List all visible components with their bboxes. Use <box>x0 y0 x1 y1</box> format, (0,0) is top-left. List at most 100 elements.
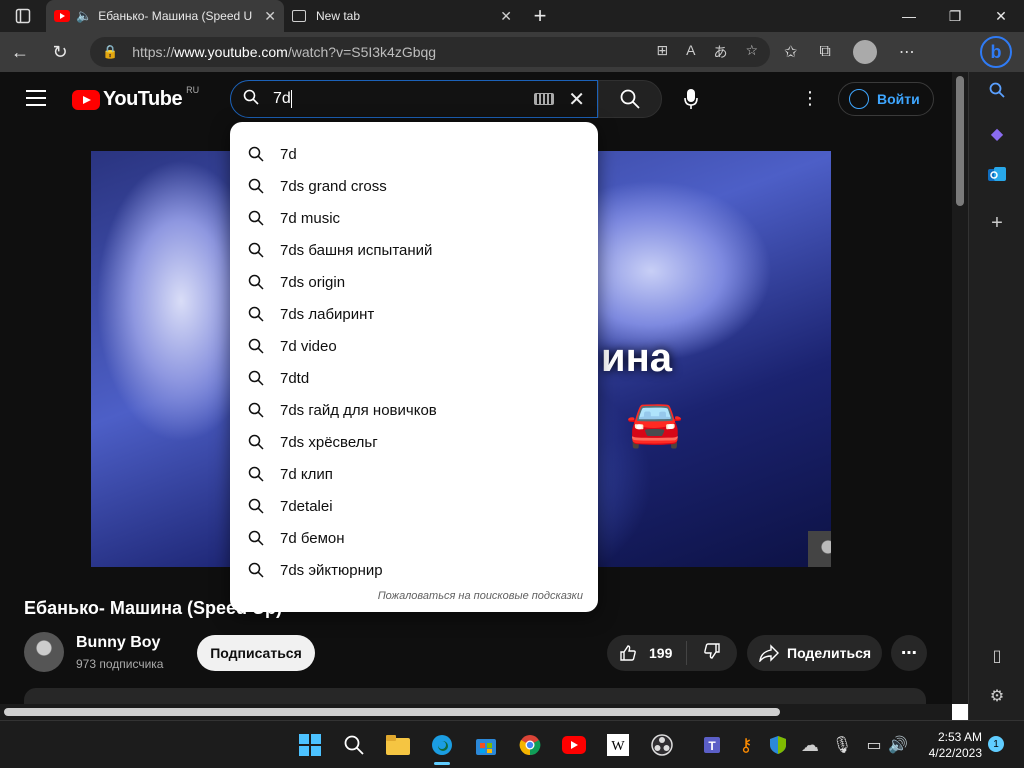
suggestion-item[interactable]: 7ds лабиринт <box>230 298 598 330</box>
lock-icon[interactable]: 🔒 <box>102 44 118 60</box>
suggestion-item[interactable]: 7d video <box>230 330 598 362</box>
read-aloud-icon[interactable]: A <box>686 42 695 62</box>
key-icon[interactable]: ⚷ <box>734 733 758 757</box>
outlook-icon[interactable] <box>987 166 1007 186</box>
suggestion-text: 7ds башня испытаний <box>280 241 433 259</box>
notification-badge[interactable]: 1 <box>988 736 1004 752</box>
video-title: Ебанько- Машина (Speed Up) <box>24 598 283 618</box>
refresh-icon[interactable]: ↻ <box>40 42 80 63</box>
subscribe-button[interactable]: Подписаться <box>197 635 315 671</box>
url-path: /watch?v=S5I3k4zGbqg <box>287 44 437 60</box>
keyboard-icon[interactable] <box>534 93 555 105</box>
teams-icon[interactable]: T <box>702 733 726 757</box>
hide-sidebar-icon[interactable]: ▯ <box>987 646 1007 666</box>
add-favorite-icon[interactable]: ☆ <box>745 42 758 62</box>
youtube-app-icon[interactable] <box>562 733 586 757</box>
volume-icon[interactable]: 🔊 <box>886 733 910 757</box>
search-icon[interactable] <box>987 82 1007 102</box>
dislike-button[interactable] <box>687 642 737 665</box>
horizontal-scrollbar[interactable] <box>0 704 952 720</box>
cloud-icon[interactable]: ☁ <box>798 733 822 757</box>
suggestion-item[interactable]: 7ds origin <box>230 266 598 298</box>
edge-icon[interactable] <box>430 733 454 765</box>
video-overlay-text: ина <box>601 336 672 380</box>
new-tab-button[interactable]: + <box>520 3 560 29</box>
minimize-icon[interactable]: — <box>886 8 932 25</box>
settings-menu-icon[interactable]: ⋮ <box>800 88 820 109</box>
search-icon <box>248 466 264 482</box>
tab-new-tab[interactable]: New tab ✕ <box>284 0 520 32</box>
address-bar[interactable]: 🔒 https://www.youtube.com/watch?v=S5I3k4… <box>90 37 770 67</box>
vertical-scrollbar[interactable] <box>952 72 968 708</box>
security-icon[interactable] <box>766 733 790 757</box>
suggestion-item[interactable]: 7d music <box>230 202 598 234</box>
clear-search-icon[interactable]: ✕ <box>568 87 585 112</box>
network-icon[interactable]: ▭ <box>862 733 886 757</box>
like-button[interactable]: 199 <box>607 641 687 665</box>
suggestion-item[interactable]: 7ds эйктюрнир <box>230 554 598 586</box>
suggestion-item[interactable]: 7d бемон <box>230 522 598 554</box>
suggestion-item[interactable]: 7d клип <box>230 458 598 490</box>
suggestion-text: 7d music <box>280 209 341 227</box>
wikipedia-icon[interactable]: W <box>606 733 630 757</box>
more-actions-button[interactable]: ⋯ <box>891 635 927 671</box>
start-icon[interactable] <box>298 733 322 757</box>
office-icon[interactable]: ◆ <box>987 124 1007 144</box>
share-button[interactable]: Поделиться <box>747 635 882 671</box>
collections-icon[interactable]: ⧉ <box>819 43 830 61</box>
suggestion-item[interactable]: 7detalei <box>230 490 598 522</box>
speaker-icon[interactable]: 🔈 <box>76 8 92 24</box>
favorites-icon[interactable]: ✩ <box>784 42 797 62</box>
system-clock[interactable]: 2:53 AM 4/22/2023 <box>912 729 982 761</box>
suggestion-text: 7ds лабиринт <box>280 305 375 323</box>
sign-in-button[interactable]: Войти <box>838 82 934 116</box>
profile-avatar[interactable] <box>852 40 877 64</box>
close-tab-icon[interactable]: ✕ <box>264 8 276 25</box>
search-icon <box>248 498 264 514</box>
search-icon <box>248 338 264 354</box>
channel-name[interactable]: Bunny Boy <box>76 634 160 652</box>
close-tab-icon[interactable]: ✕ <box>500 8 512 25</box>
bing-chat-icon[interactable]: b <box>980 36 1012 68</box>
suggestion-text: 7d video <box>280 337 337 355</box>
suggestion-item[interactable]: 7d <box>230 138 598 170</box>
horizontal-scroll-thumb[interactable] <box>4 708 780 716</box>
tab-actions-button[interactable] <box>0 0 46 32</box>
youtube-logo[interactable]: YouTube RU <box>72 85 199 111</box>
suggestion-item[interactable]: 7dtd <box>230 362 598 394</box>
store-icon[interactable] <box>474 733 498 757</box>
search-query: 7d <box>273 90 291 107</box>
translate-icon[interactable]: あ <box>713 42 727 62</box>
settings-more-icon[interactable]: ⋯ <box>899 42 915 62</box>
gear-icon[interactable]: ⚙ <box>987 686 1007 706</box>
suggestion-item[interactable]: 7ds башня испытаний <box>230 234 598 266</box>
app-available-icon[interactable]: ⊞ <box>656 42 668 62</box>
suggestion-item[interactable]: 7ds хрёсвельг <box>230 426 598 458</box>
voice-search-button[interactable] <box>672 80 710 118</box>
back-icon[interactable]: ← <box>0 42 40 63</box>
channel-watermark[interactable] <box>808 531 831 567</box>
vertical-scroll-thumb[interactable] <box>956 76 964 206</box>
menu-icon[interactable] <box>26 90 46 106</box>
tab-youtube[interactable]: 🔈 Ебанько- Машина (Speed U ✕ <box>46 0 284 32</box>
suggestion-text: 7d клип <box>280 465 333 483</box>
suggestion-text: 7d бемон <box>280 529 345 547</box>
microphone-icon[interactable]: 🎙 <box>830 733 854 757</box>
taskbar-search-icon[interactable] <box>342 733 366 757</box>
suggestion-text: 7dtd <box>280 369 310 387</box>
suggestion-item[interactable]: 7ds grand cross <box>230 170 598 202</box>
suggestion-item[interactable]: 7ds гайд для новичков <box>230 394 598 426</box>
chrome-icon[interactable] <box>518 733 542 757</box>
svg-text:T: T <box>708 739 716 753</box>
search-button[interactable] <box>598 80 662 118</box>
file-explorer-icon[interactable] <box>386 733 410 757</box>
add-sidebar-app-icon[interactable]: + <box>987 212 1007 234</box>
microphone-icon <box>684 89 698 109</box>
restore-icon[interactable]: ❐ <box>932 8 978 25</box>
search-input[interactable]: 7d ✕ <box>230 80 598 118</box>
report-suggestions-link[interactable]: Пожаловаться на поисковые подсказки <box>378 590 583 602</box>
obs-icon[interactable] <box>650 733 674 757</box>
search-icon <box>248 178 264 194</box>
channel-avatar[interactable] <box>24 632 64 672</box>
close-window-icon[interactable]: ✕ <box>978 8 1024 25</box>
